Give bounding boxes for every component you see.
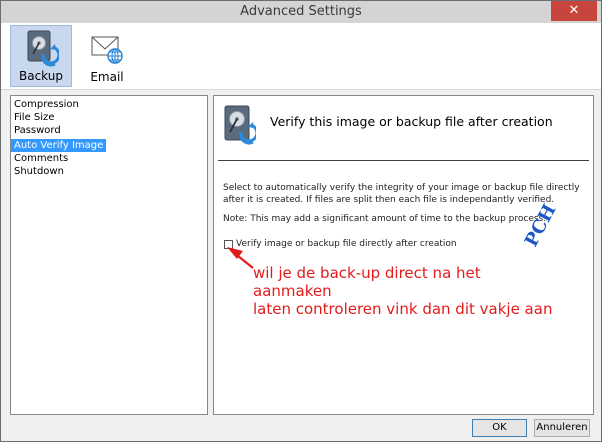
ok-button[interactable]: OK [472,419,527,437]
callout-annotation: wil je de back-up direct na het aanmaken… [253,264,563,318]
red-arrow-annotation [227,247,254,269]
callout-line-2: laten controleren vink dan dit vakje aan [253,300,553,318]
advanced-settings-window: Advanced Settings ✕ Backup Email Compres… [0,0,602,442]
callout-line-1: wil je de back-up direct na het aanmaken [253,264,481,300]
cancel-button[interactable]: Annuleren [534,419,590,437]
